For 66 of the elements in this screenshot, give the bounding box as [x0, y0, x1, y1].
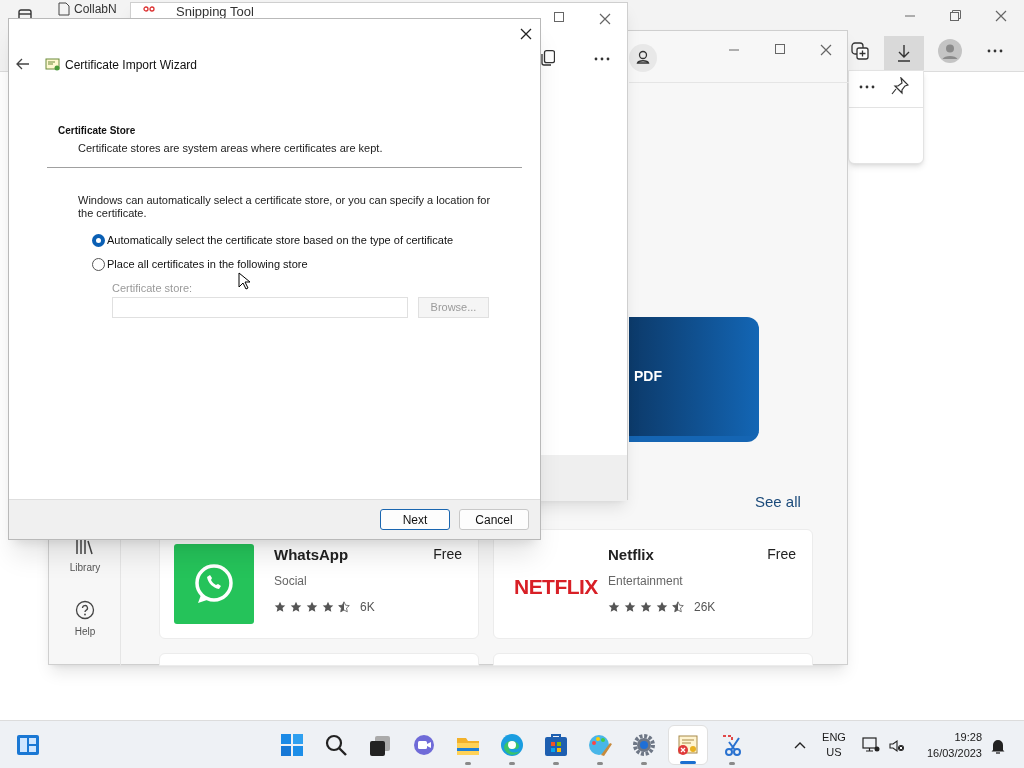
close-icon[interactable] [520, 28, 532, 40]
language-indicator[interactable]: ENG US [818, 730, 850, 760]
nav-label[interactable]: Help [74, 624, 96, 639]
window-title: Snipping Tool [176, 4, 254, 19]
copy-icon[interactable] [541, 50, 555, 66]
app-banner[interactable]: PDF [629, 317, 759, 442]
profile-icon[interactable] [629, 44, 657, 72]
app-category: Social [274, 572, 307, 590]
palette-icon [588, 733, 612, 757]
app-name: WhatsApp [274, 545, 349, 565]
dialog-button[interactable]: Next [380, 509, 450, 530]
store-icon [544, 733, 568, 757]
field-label: Certificate store: [112, 281, 193, 296]
profile-avatar-icon[interactable] [938, 39, 962, 63]
back-arrow-icon[interactable] [16, 58, 30, 70]
banner-title: PDF [634, 367, 662, 386]
app-price: Free [767, 545, 796, 564]
pin-icon[interactable] [891, 77, 909, 95]
collections-icon[interactable] [851, 42, 869, 60]
help-icon[interactable] [75, 600, 95, 620]
certificate-icon [45, 56, 61, 72]
more-icon[interactable] [859, 85, 875, 89]
library-icon[interactable] [75, 538, 95, 556]
see-all-link[interactable]: See all [755, 491, 801, 514]
volume-muted-icon[interactable] [889, 739, 905, 753]
network-icon[interactable] [862, 737, 880, 753]
browser-tab[interactable]: CollabN [50, 1, 122, 17]
radio-option[interactable]: Place all certificates in the following store [92, 256, 308, 273]
start-icon [280, 733, 304, 757]
radio-button[interactable] [92, 233, 105, 247]
app-card[interactable]: NETFLIX Netflix Entertainment 26K Free [493, 529, 813, 639]
maximize-icon[interactable] [552, 12, 566, 24]
restore-icon[interactable] [948, 10, 962, 22]
instructions-text: Windows can automatically select a certificate store, or you can specify a location for the certificate. [78, 194, 492, 220]
video-chat-icon [412, 733, 436, 757]
mouse-cursor-icon [238, 272, 250, 290]
dialog-button[interactable]: Cancel [459, 509, 529, 530]
radio-button[interactable] [92, 257, 105, 271]
task-view-icon [368, 733, 392, 757]
settings-icon [632, 733, 656, 757]
clock[interactable]: 19:28 16/03/2023 [916, 729, 982, 761]
radio-option[interactable]: Automatically select the certificate store based on the type of certificate [92, 232, 454, 249]
scissors-icon [720, 733, 744, 757]
maximize-icon[interactable] [773, 44, 787, 56]
section-description: Certificate stores are system areas where certificates are kept. [78, 141, 383, 156]
more-icon[interactable] [987, 49, 1003, 53]
download-icon [896, 44, 912, 62]
app-price: Free [433, 545, 462, 564]
download-button[interactable] [884, 36, 924, 70]
document-icon [58, 2, 70, 16]
browser-icon [500, 733, 524, 757]
netflix-logo: NETFLIX [514, 574, 598, 600]
more-icon[interactable] [594, 57, 610, 61]
notification-bell-icon[interactable] [990, 738, 1006, 754]
section-heading: Certificate Store [58, 124, 136, 138]
whatsapp-logo-icon [174, 544, 254, 624]
rating-count: 26K [694, 598, 716, 616]
rating-count: 6K [360, 598, 375, 616]
app-name: Netflix [608, 545, 654, 565]
nav-label[interactable]: Library [69, 560, 101, 575]
dialog-title: Certificate Import Wizard [65, 57, 198, 74]
widgets-icon[interactable] [16, 734, 40, 756]
certificate-icon [676, 733, 700, 757]
chevron-up-icon[interactable] [794, 741, 806, 749]
app-category: Entertainment [608, 572, 683, 590]
search-icon [324, 733, 348, 757]
